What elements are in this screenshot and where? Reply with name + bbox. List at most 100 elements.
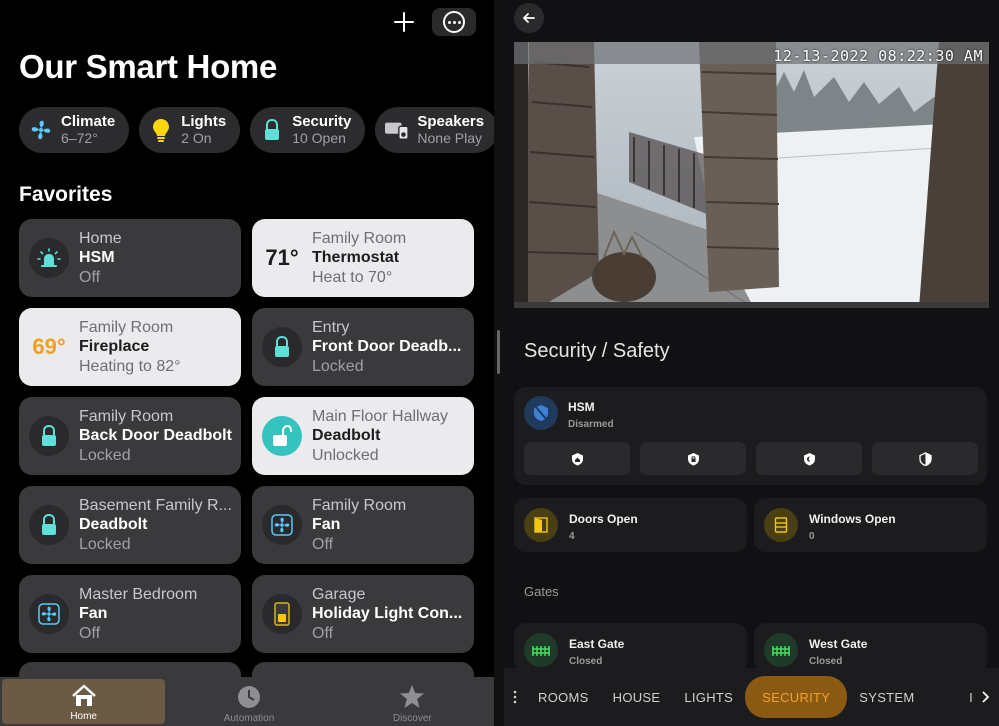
- dashboard-pane: 12-13-2022 08:22:30 AM Security / Safety…: [504, 0, 999, 726]
- nav-house[interactable]: HOUSE: [601, 690, 673, 705]
- split-divider: [494, 0, 504, 726]
- porch-camera-image: [514, 42, 989, 308]
- hsm-card[interactable]: HSM Disarmed: [514, 387, 987, 485]
- tile-name: Fireplace: [79, 338, 150, 356]
- nav-lights[interactable]: LIGHTS: [672, 690, 745, 705]
- doors-open-card[interactable]: Doors Open 4: [514, 498, 747, 552]
- tile-name: Fan: [79, 605, 108, 623]
- tab-automation[interactable]: Automation: [167, 677, 330, 726]
- nav-partial-item[interactable]: I: [967, 690, 975, 705]
- hsm-mode-buttons: [524, 442, 978, 475]
- tile-holiday-light[interactable]: Garage Holiday Light Con... Off: [252, 575, 474, 653]
- home-app-pane: Our Smart Home Climate 6–72° Lights 2 On: [0, 0, 494, 726]
- windows-open-label: Windows Open: [809, 512, 896, 526]
- tab-discover[interactable]: Discover: [331, 677, 494, 726]
- arm-home-button[interactable]: [640, 442, 746, 475]
- tile-basement-deadbolt[interactable]: Basement Family R... Deadbolt Locked: [19, 486, 241, 564]
- door-open-icon: [524, 508, 558, 542]
- split-handle[interactable]: [497, 330, 500, 374]
- camera-feed[interactable]: 12-13-2022 08:22:30 AM: [514, 42, 989, 308]
- tile-room: Family Room: [79, 318, 174, 336]
- east-gate-card[interactable]: East Gate Closed: [514, 623, 747, 673]
- lock-icon: [29, 505, 69, 545]
- chip-label: Climate: [61, 113, 116, 130]
- chip-label: Lights: [181, 113, 227, 130]
- tile-state: Unlocked: [312, 446, 379, 464]
- hsm-state: Disarmed: [568, 419, 614, 430]
- star-icon: [400, 685, 425, 708]
- tile-room: Entry: [312, 318, 350, 336]
- tab-home[interactable]: Home: [2, 679, 166, 724]
- east-gate-label: East Gate: [569, 637, 625, 651]
- tile-state: Off: [79, 624, 101, 642]
- tile-front-door-deadbolt[interactable]: Entry Front Door Deadb... Locked: [252, 308, 474, 386]
- chip-speakers[interactable]: Speakers None Play: [375, 107, 494, 153]
- windows-open-count: 0: [809, 531, 815, 542]
- unlocked-icon: [262, 416, 302, 456]
- arrow-left-icon: [523, 13, 535, 23]
- top-toolbar: [390, 8, 476, 36]
- chip-status: None Play: [417, 130, 482, 146]
- shield-off-icon: [524, 396, 558, 430]
- shield-lock-icon: [687, 452, 699, 465]
- gate-icon: [764, 633, 798, 667]
- disarm-button[interactable]: [872, 442, 978, 475]
- tile-state: Locked: [79, 446, 131, 464]
- tile-name: Holiday Light Con...: [312, 605, 463, 623]
- west-gate-label: West Gate: [809, 637, 868, 651]
- west-gate-card[interactable]: West Gate Closed: [754, 623, 987, 673]
- tile-name: Back Door Deadbolt: [79, 427, 232, 445]
- window-icon: [764, 508, 798, 542]
- tile-hallway-deadbolt[interactable]: Main Floor Hallway Deadbolt Unlocked: [252, 397, 474, 475]
- chevron-right-icon[interactable]: [981, 691, 989, 703]
- tile-master-bedroom-fan[interactable]: Master Bedroom Fan Off: [19, 575, 241, 653]
- tile-state: Off: [312, 535, 334, 553]
- tile-room: Main Floor Hallway: [312, 407, 449, 425]
- fireplace-temperature: 69°: [32, 334, 66, 359]
- tile-family-room-fan[interactable]: Family Room Fan Off: [252, 486, 474, 564]
- nav-security[interactable]: SECURITY: [745, 676, 848, 718]
- add-button[interactable]: [390, 8, 418, 36]
- category-chips: Climate 6–72° Lights 2 On Security 10 Op…: [19, 107, 494, 153]
- tile-name: Thermostat: [312, 249, 400, 267]
- thermostat-temperature: 71°: [265, 245, 299, 270]
- lock-icon: [29, 416, 69, 456]
- tile-thermostat[interactable]: 71° Family Room Thermostat Heat to 70°: [252, 219, 474, 297]
- more-options-button[interactable]: [432, 8, 476, 36]
- shield-half-icon: [918, 451, 932, 466]
- tile-hsm[interactable]: Home HSM Off: [19, 219, 241, 297]
- clock-icon: [237, 686, 260, 708]
- tile-room: Family Room: [79, 407, 174, 425]
- arm-away-button[interactable]: [524, 442, 630, 475]
- nav-system[interactable]: SYSTEM: [847, 690, 926, 705]
- back-button[interactable]: [514, 3, 544, 33]
- camera-timestamp: 12-13-2022 08:22:30 AM: [773, 47, 983, 65]
- tile-back-door-deadbolt[interactable]: Family Room Back Door Deadbolt Locked: [19, 397, 241, 475]
- tile-fireplace[interactable]: 69° Family Room Fireplace Heating to 82°: [19, 308, 241, 386]
- chip-security[interactable]: Security 10 Open: [250, 107, 366, 153]
- lightbulb-icon: [149, 118, 173, 142]
- chip-label: Security: [292, 113, 352, 130]
- chip-climate[interactable]: Climate 6–72°: [19, 107, 130, 153]
- fan-icon: [29, 594, 69, 634]
- tile-state: Heat to 70°: [312, 268, 393, 286]
- chip-label: Speakers: [417, 113, 485, 130]
- arm-night-button[interactable]: [756, 442, 862, 475]
- tab-label: Discover: [392, 713, 432, 724]
- nav-rooms[interactable]: ROOMS: [526, 690, 601, 705]
- vertical-dots-icon[interactable]: [504, 690, 526, 704]
- tile-room: Family Room: [312, 496, 407, 514]
- tile-name: HSM: [79, 249, 115, 267]
- outlet-icon: [262, 594, 302, 634]
- tile-name: Front Door Deadb...: [312, 338, 462, 356]
- windows-open-card[interactable]: Windows Open 0: [754, 498, 987, 552]
- doors-open-count: 4: [569, 531, 575, 542]
- tab-label: Automation: [223, 713, 275, 724]
- favorites-grid: Home HSM Off 71° Family Room Thermostat …: [19, 219, 474, 653]
- tile-state: Off: [312, 624, 334, 642]
- chip-status: 10 Open: [292, 130, 346, 146]
- chip-lights[interactable]: Lights 2 On: [139, 107, 241, 153]
- lock-icon: [260, 118, 284, 142]
- section-title: Security / Safety: [524, 340, 670, 362]
- hsm-name: HSM: [568, 400, 595, 414]
